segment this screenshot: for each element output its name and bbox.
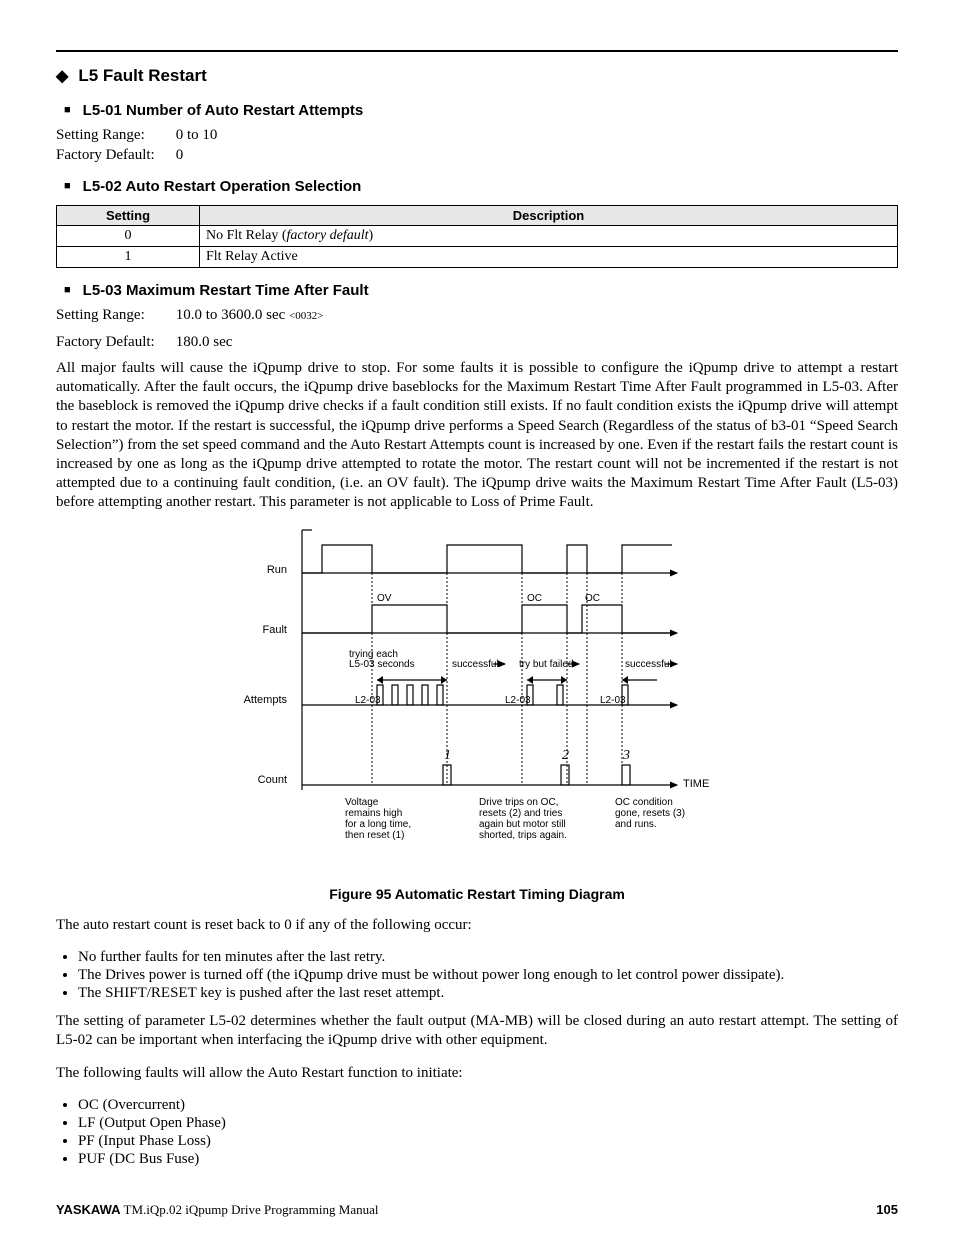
- reset-intro: The auto restart count is reset back to …: [56, 917, 898, 934]
- subsection-l5-03-title: L5-03 Maximum Restart Time After Fault: [56, 282, 898, 299]
- table-row: 0 No Flt Relay (factory default): [57, 226, 898, 247]
- row-label-count: Count: [258, 774, 287, 786]
- l5-03-paragraph: All major faults will cause the iQpump d…: [56, 359, 898, 513]
- subsection-l5-01-title: L5-01 Number of Auto Restart Attempts: [56, 102, 898, 119]
- diagram-note-3: OC condition gone, resets (3) and runs.: [615, 797, 688, 830]
- footer-brand: YASKAWA: [56, 1202, 121, 1217]
- timing-diagram: Run Fault Attempts Count OV OC OC L2-03 …: [56, 525, 898, 880]
- table-row: 1 Flt Relay Active: [57, 247, 898, 268]
- list-item: LF (Output Open Phase): [78, 1115, 898, 1132]
- footer-doc: TM.iQp.02 iQpump Drive Programming Manua…: [121, 1202, 379, 1217]
- factory-default-value: 0: [176, 147, 184, 163]
- row-label-run: Run: [267, 564, 287, 576]
- diagram-label-l203: L2-03: [355, 695, 381, 706]
- row-label-fault: Fault: [263, 624, 287, 636]
- setting-range-label: Setting Range:: [56, 307, 172, 324]
- subsection-l5-02-title: L5-02 Auto Restart Operation Selection: [56, 178, 898, 195]
- diagram-label-oc: OC: [527, 593, 542, 604]
- l5-02-table: Setting Description 0 No Flt Relay (fact…: [56, 205, 898, 268]
- factory-default-label: Factory Default:: [56, 334, 172, 351]
- top-divider: [56, 50, 898, 52]
- diagram-label-try-failed: try but failed: [519, 659, 573, 670]
- factory-default-value: 180.0 sec: [176, 334, 233, 350]
- setting-range-value: 10.0 to 3600.0 sec: [176, 307, 289, 323]
- table-cell-description: No Flt Relay (factory default): [200, 226, 898, 247]
- diagram-label-ov: OV: [377, 593, 392, 604]
- diagram-label-l203: L2-03: [505, 695, 531, 706]
- diagram-note-2: Drive trips on OC, resets (2) and tries …: [479, 797, 569, 841]
- l5-03-factory-default: Factory Default: 180.0 sec: [56, 334, 898, 351]
- list-item: The Drives power is turned off (the iQpu…: [78, 967, 898, 984]
- list-item: PUF (DC Bus Fuse): [78, 1151, 898, 1168]
- diagram-label-time: TIME: [683, 778, 709, 790]
- page-number: 105: [876, 1202, 898, 1218]
- diagram-count-3: 3: [622, 748, 630, 763]
- diagram-label-successful: successful: [625, 659, 672, 670]
- table-header-description: Description: [200, 206, 898, 226]
- l5-02-paragraph: The setting of parameter L5-02 determine…: [56, 1012, 898, 1050]
- list-item: PF (Input Phase Loss): [78, 1133, 898, 1150]
- list-item: OC (Overcurrent): [78, 1097, 898, 1114]
- row-label-attempts: Attempts: [244, 694, 288, 706]
- faults-intro: The following faults will allow the Auto…: [56, 1065, 898, 1082]
- table-cell-description: Flt Relay Active: [200, 247, 898, 268]
- page-footer: YASKAWA TM.iQp.02 iQpump Drive Programmi…: [56, 1202, 898, 1218]
- table-cell-setting: 1: [57, 247, 200, 268]
- list-item: No further faults for ten minutes after …: [78, 949, 898, 966]
- table-cell-setting: 0: [57, 226, 200, 247]
- l5-01-setting-range: Setting Range: 0 to 10: [56, 127, 898, 144]
- table-header-setting: Setting: [57, 206, 200, 226]
- setting-range-code: <0032>: [289, 310, 323, 322]
- fault-bullet-list: OC (Overcurrent) LF (Output Open Phase) …: [56, 1097, 898, 1168]
- diagram-label-l203: L2-03: [600, 695, 626, 706]
- diagram-caption: Figure 95 Automatic Restart Timing Diagr…: [56, 886, 898, 902]
- reset-bullet-list: No further faults for ten minutes after …: [56, 949, 898, 1002]
- section-title: L5 Fault Restart: [56, 66, 898, 86]
- diagram-note-1: Voltage remains high for a long time, th…: [345, 797, 414, 841]
- l5-01-factory-default: Factory Default: 0: [56, 147, 898, 164]
- setting-range-label: Setting Range:: [56, 127, 172, 144]
- diagram-label-successful: successful: [452, 659, 499, 670]
- setting-range-value: 0 to 10: [176, 127, 218, 143]
- l5-03-setting-range: Setting Range: 10.0 to 3600.0 sec <0032>: [56, 307, 898, 324]
- diagram-label-trying: trying eachL5-03 seconds: [349, 649, 415, 670]
- diagram-count-2: 2: [562, 748, 569, 763]
- list-item: The SHIFT/RESET key is pushed after the …: [78, 985, 898, 1002]
- factory-default-label: Factory Default:: [56, 147, 172, 164]
